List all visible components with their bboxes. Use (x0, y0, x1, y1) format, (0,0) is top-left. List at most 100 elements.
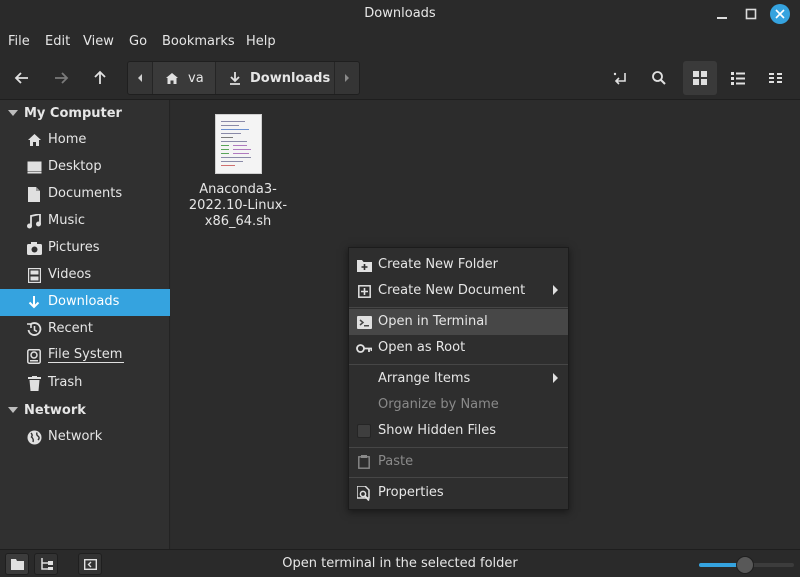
clipboard-icon (356, 454, 372, 470)
home-icon (26, 132, 42, 148)
back-button[interactable] (8, 64, 36, 92)
sidebar-item-label: Network (48, 429, 103, 444)
arrow-up-icon (94, 70, 106, 84)
menu-item-label: Organize by Name (378, 397, 499, 412)
compact-view-button[interactable] (762, 64, 790, 92)
hidden-files-checkbox[interactable] (357, 424, 371, 438)
status-text: Open terminal in the selected folder (282, 556, 518, 571)
script-file-icon (214, 114, 262, 174)
videos-icon (26, 267, 42, 283)
menu-item-label: Arrange Items (378, 371, 471, 386)
menu-item-paste: Paste (349, 449, 568, 475)
sidebar-item-music[interactable]: Music (0, 208, 170, 235)
sidebar-item-label: Documents (48, 186, 123, 201)
download-icon (26, 294, 42, 310)
sidebar-section-label: My Computer (24, 106, 122, 121)
menu-item-arrange-items[interactable]: Arrange Items (349, 366, 568, 392)
terminal-icon (356, 314, 372, 330)
maximize-icon (745, 8, 757, 20)
breadcrumb-home-label: va (188, 70, 204, 86)
menu-item-open-terminal[interactable]: Open in Terminal (349, 309, 568, 335)
sidebar-item-label: Downloads (48, 294, 120, 309)
path-toggle-icon (613, 72, 626, 85)
download-icon (230, 72, 240, 85)
up-button[interactable] (86, 64, 114, 92)
sidebar-section-network[interactable]: Network (0, 398, 170, 424)
breadcrumb-current[interactable]: Downloads (216, 62, 334, 94)
sidebar-item-label: Trash (48, 375, 83, 390)
recent-icon (26, 321, 42, 337)
sidebar-item-desktop[interactable]: Desktop (0, 154, 170, 181)
menu-item-show-hidden-files[interactable]: Show Hidden Files (349, 418, 568, 444)
arrow-left-icon (14, 72, 28, 84)
breadcrumb-current-label: Downloads (250, 70, 331, 86)
close-button[interactable] (770, 4, 790, 24)
title-bar: Downloads (0, 0, 800, 28)
drive-icon (26, 348, 42, 364)
sidebar-section-my-computer[interactable]: My Computer (0, 101, 170, 127)
breadcrumb-home[interactable]: va (153, 62, 215, 94)
toolbar: va Downloads (0, 56, 800, 100)
sidebar-item-home[interactable]: Home (0, 127, 170, 154)
location-toggle-button[interactable] (606, 64, 634, 92)
sidebar-item-documents[interactable]: Documents (0, 181, 170, 208)
menu-item-label: Open as Root (378, 340, 466, 355)
folder-add-icon (356, 257, 372, 273)
list-view-button[interactable] (724, 64, 752, 92)
list-icon (731, 72, 745, 85)
sidebar-item-label: Desktop (48, 159, 102, 174)
menu-help[interactable]: Help (246, 34, 276, 49)
menu-view[interactable]: View (83, 34, 114, 49)
menu-bookmarks[interactable]: Bookmarks (162, 34, 235, 49)
chevron-right-icon (553, 285, 558, 295)
music-icon (26, 213, 42, 229)
sidebar-item-pictures[interactable]: Pictures (0, 235, 170, 262)
sidebar-item-videos[interactable]: Videos (0, 262, 170, 289)
sidebar-item-file-system[interactable]: File System (0, 343, 170, 370)
sidebar: My Computer Home Desktop Documents Music… (0, 100, 170, 549)
chevron-down-icon (8, 407, 18, 413)
menu-item-create-document[interactable]: Create New Document (349, 278, 568, 304)
breadcrumb-scroll-left[interactable] (128, 62, 152, 94)
close-icon (775, 9, 785, 19)
file-item[interactable]: Anaconda3- 2022.10-Linux- x86_64.sh (188, 114, 288, 230)
documents-icon (26, 186, 42, 202)
zoom-slider[interactable] (699, 556, 794, 574)
sidebar-item-network[interactable]: Network (0, 424, 170, 451)
minimize-icon (717, 17, 727, 19)
sidebar-item-downloads[interactable]: Downloads (0, 289, 170, 316)
menu-file[interactable]: File (8, 34, 30, 49)
compact-list-icon (769, 73, 782, 83)
menu-item-label: Create New Document (378, 283, 526, 298)
sidebar-item-label: Pictures (48, 240, 100, 255)
menu-item-label: Open in Terminal (378, 314, 488, 329)
sidebar-item-recent[interactable]: Recent (0, 316, 170, 343)
maximize-button[interactable] (741, 4, 761, 24)
chevron-right-icon (345, 74, 349, 82)
zoom-slider-handle[interactable] (735, 556, 754, 574)
status-bar: Open terminal in the selected folder (0, 549, 800, 577)
file-name-line: x86_64.sh (204, 214, 272, 229)
icon-view-button[interactable] (683, 61, 717, 95)
forward-button[interactable] (47, 64, 75, 92)
home-icon (166, 72, 178, 84)
minimize-button[interactable] (712, 4, 732, 24)
sidebar-item-label: Music (48, 213, 85, 228)
grid-icon (693, 71, 707, 85)
pictures-icon (26, 240, 42, 256)
context-menu: Create New Folder Create New Document Op… (348, 247, 569, 510)
menu-edit[interactable]: Edit (45, 34, 70, 49)
menu-go[interactable]: Go (129, 34, 147, 49)
menu-bar: File Edit View Go Bookmarks Help (0, 28, 800, 56)
breadcrumb-scroll-right[interactable] (335, 62, 359, 94)
search-button[interactable] (645, 64, 673, 92)
sidebar-section-label: Network (24, 403, 86, 418)
desktop-icon (26, 159, 42, 175)
sidebar-item-trash[interactable]: Trash (0, 370, 170, 397)
menu-item-properties[interactable]: Properties (349, 480, 568, 506)
menu-item-open-root[interactable]: Open as Root (349, 335, 568, 361)
menu-item-create-folder[interactable]: Create New Folder (349, 252, 568, 278)
arrow-right-icon (55, 72, 69, 84)
menu-item-label: Create New Folder (378, 257, 498, 272)
file-name-line: Anaconda3- (199, 182, 277, 197)
